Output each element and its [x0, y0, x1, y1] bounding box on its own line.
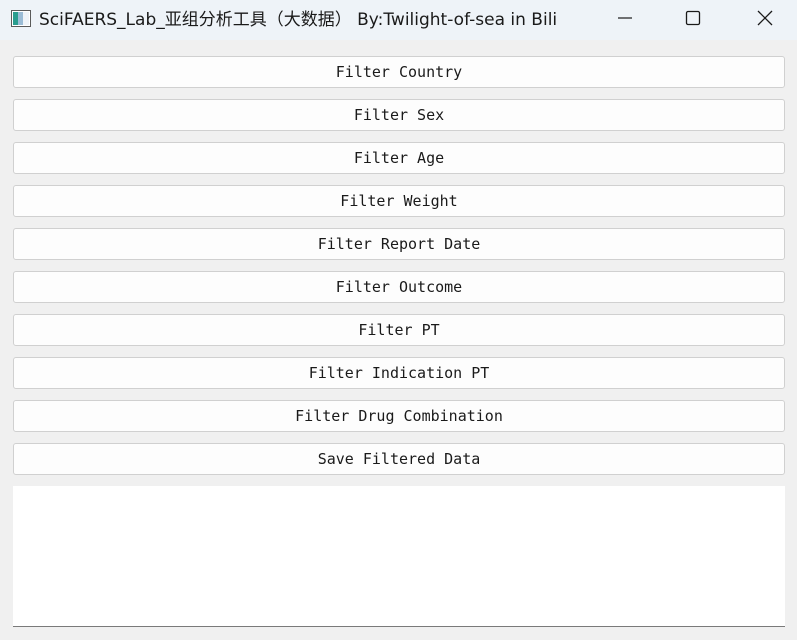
maximize-button[interactable]	[663, 0, 723, 40]
filter-age-button[interactable]: Filter Age	[13, 142, 785, 174]
filter-indication-pt-button[interactable]: Filter Indication PT	[13, 357, 785, 389]
app-window: SciFAERS_Lab_亚组分析工具（大数据） By:Twilight-of-…	[0, 0, 797, 640]
title-bar[interactable]: SciFAERS_Lab_亚组分析工具（大数据） By:Twilight-of-…	[0, 0, 797, 40]
maximize-icon	[685, 10, 701, 31]
filter-sex-button[interactable]: Filter Sex	[13, 99, 785, 131]
save-filtered-data-button[interactable]: Save Filtered Data	[13, 443, 785, 475]
minimize-icon	[617, 10, 633, 31]
filter-weight-button[interactable]: Filter Weight	[13, 185, 785, 217]
close-button[interactable]	[735, 0, 795, 40]
filter-pt-button[interactable]: Filter PT	[13, 314, 785, 346]
filter-country-button[interactable]: Filter Country	[13, 56, 785, 88]
window-title: SciFAERS_Lab_亚组分析工具（大数据） By:Twilight-of-…	[39, 10, 558, 30]
filter-drug-combination-button[interactable]: Filter Drug Combination	[13, 400, 785, 432]
filter-outcome-button[interactable]: Filter Outcome	[13, 271, 785, 303]
output-text-area[interactable]	[13, 486, 785, 627]
filter-report-date-button[interactable]: Filter Report Date	[13, 228, 785, 260]
close-icon	[756, 9, 774, 32]
minimize-button[interactable]	[595, 0, 655, 40]
app-window-icon	[11, 10, 31, 27]
